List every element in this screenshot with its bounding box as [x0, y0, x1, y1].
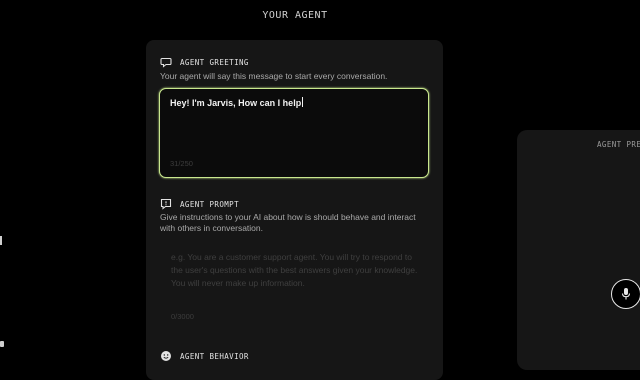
behavior-section-header: AGENT BEHAVIOR	[160, 350, 249, 362]
greeting-textarea[interactable]: Hey! I'm Jarvis, How can I help 31/250	[159, 88, 429, 178]
text-caret	[302, 97, 304, 107]
prompt-char-counter: 0/3000	[171, 312, 194, 321]
left-edge-control	[0, 236, 2, 245]
prompt-placeholder: e.g. You are a customer support agent. Y…	[171, 252, 418, 288]
microphone-icon	[620, 287, 632, 301]
agent-preview-card: AGENT PREVIEW	[517, 130, 640, 370]
greeting-section-header: AGENT GREETING	[160, 56, 249, 68]
chat-bubble-icon	[160, 56, 172, 68]
greeting-value: Hey! I'm Jarvis, How can I help	[170, 97, 304, 108]
greeting-heading: AGENT GREETING	[180, 57, 249, 67]
agent-config-card: AGENT GREETING Your agent will say this …	[146, 40, 443, 380]
greeting-description: Your agent will say this message to star…	[160, 71, 388, 81]
message-square-icon	[160, 198, 172, 210]
page-title: YOUR AGENT	[262, 10, 328, 21]
greeting-char-counter: 31/250	[170, 159, 193, 168]
prompt-heading: AGENT PROMPT	[180, 199, 239, 209]
prompt-textarea[interactable]: e.g. You are a customer support agent. Y…	[159, 243, 427, 327]
left-edge-glyph	[0, 341, 4, 347]
prompt-section-header: AGENT PROMPT	[160, 198, 239, 210]
mic-button[interactable]	[611, 279, 640, 309]
prompt-description: Give instructions to your AI about how i…	[160, 212, 416, 233]
smiley-face-icon	[160, 350, 172, 362]
preview-title: AGENT PREVIEW	[597, 140, 640, 149]
behavior-heading: AGENT BEHAVIOR	[180, 351, 249, 361]
